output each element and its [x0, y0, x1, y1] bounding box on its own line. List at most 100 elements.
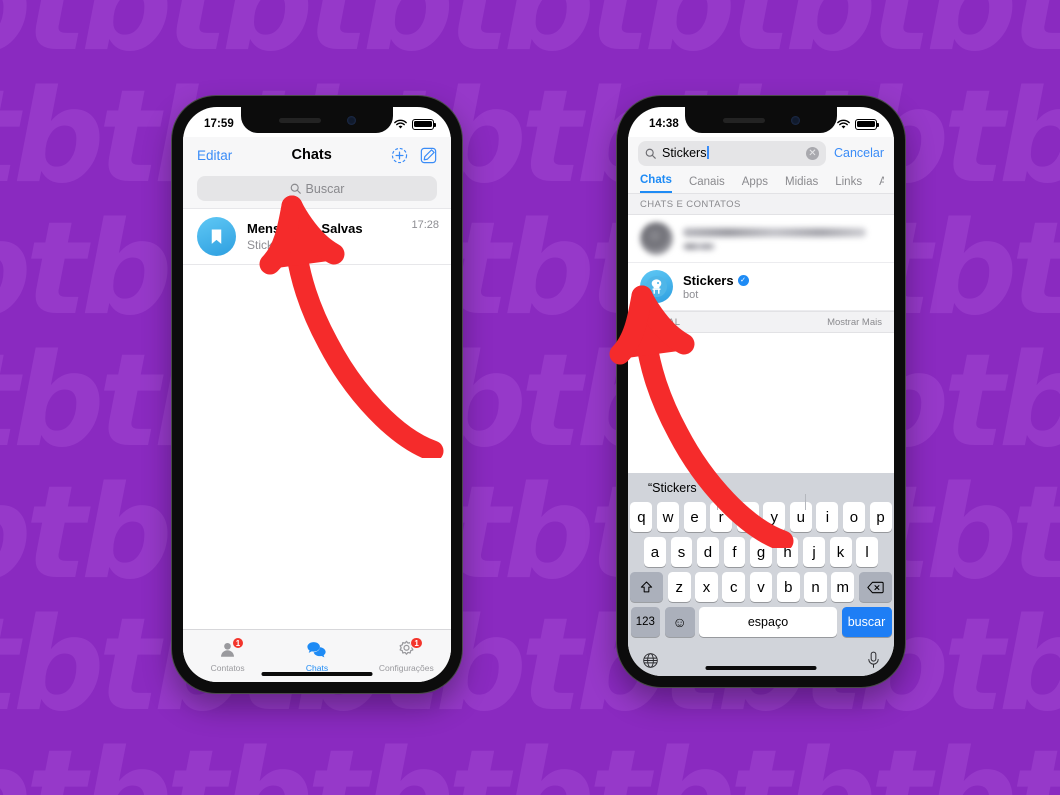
globe-icon[interactable] — [642, 652, 659, 669]
search-placeholder: Buscar — [305, 181, 345, 196]
key-g[interactable]: g — [750, 537, 772, 567]
avatar — [197, 217, 236, 256]
text-caret — [707, 146, 709, 159]
prediction-bar: “Stickers — [628, 473, 894, 510]
front-camera — [346, 115, 356, 125]
notch — [241, 107, 393, 133]
tab-chats[interactable]: Chats — [640, 174, 672, 193]
keyboard-bottom-row — [628, 642, 894, 676]
key-a[interactable]: a — [643, 537, 666, 567]
home-indicator[interactable] — [705, 665, 817, 670]
numbers-key[interactable]: 123 — [630, 607, 661, 637]
result-row-stickers-bot[interactable]: Stickers ✓ bot — [628, 263, 894, 311]
key-c[interactable]: c — [722, 572, 746, 602]
watermark-row: btbtbtbtbtbtbtbtbtbtbtbtbtbtbtbt — [0, 732, 1060, 795]
search-icon — [645, 148, 656, 159]
tab-apps[interactable]: Apps — [742, 176, 768, 193]
key-t[interactable]: t — [736, 502, 759, 532]
key-p[interactable]: p — [869, 502, 892, 532]
section-header-chats-contatos: CHATS E CONTATOS — [628, 193, 894, 215]
bookmark-icon — [211, 229, 222, 244]
tab-links[interactable]: Links — [835, 176, 862, 193]
chat-time: 17:28 — [411, 219, 439, 231]
backspace-icon[interactable] — [858, 572, 892, 602]
keyboard-row-2: a s d f g h j k l — [628, 537, 894, 572]
cancel-button[interactable]: Cancelar — [834, 146, 884, 160]
key-l[interactable]: l — [856, 537, 879, 567]
tab-canais[interactable]: Canais — [689, 176, 725, 193]
add-contact-icon[interactable] — [391, 147, 408, 164]
result-subtitle: bot — [683, 288, 699, 301]
search-go-key[interactable]: buscar — [841, 607, 892, 637]
key-u[interactable]: u — [789, 502, 812, 532]
emoji-icon[interactable]: ☺ — [664, 607, 695, 637]
key-z[interactable]: z — [667, 572, 691, 602]
chats-navigation-bar: Editar Chats Buscar — [183, 137, 451, 208]
edit-button[interactable]: Editar — [197, 148, 232, 163]
show-more-button[interactable]: Mostrar Mais — [827, 317, 882, 328]
space-key[interactable]: espaço — [699, 607, 837, 637]
search-input[interactable]: Stickers ✕ — [638, 140, 826, 166]
search-input[interactable]: Buscar — [197, 176, 437, 201]
contacts-icon: 1 — [218, 637, 245, 660]
badge-count: 1 — [410, 637, 423, 649]
key-y[interactable]: y — [763, 502, 786, 532]
sticker-bot-icon — [640, 270, 673, 303]
chat-name: Mensagens Salvas — [247, 221, 363, 236]
section-title: CHATS E CONTATOS — [640, 199, 741, 210]
key-i[interactable]: i — [816, 502, 839, 532]
search-header: Stickers ✕ Cancelar Chats Canais Apps Mi… — [628, 137, 894, 193]
key-n[interactable]: n — [804, 572, 827, 602]
verified-badge-icon: ✓ — [737, 274, 749, 286]
results-empty-area — [628, 333, 894, 473]
phone-right: 14:38 Stickers ✕ Cancelar Chats Canais A… — [617, 96, 905, 687]
tab-midias[interactable]: Midias — [785, 176, 818, 193]
key-q[interactable]: q — [630, 502, 653, 532]
page-title: Chats — [291, 147, 332, 163]
search-scope-tabs: Chats Canais Apps Midias Links Arquiv — [638, 168, 884, 193]
tab-configuracoes[interactable]: 1 Configurações — [362, 637, 451, 673]
compose-icon[interactable] — [420, 147, 437, 164]
key-h[interactable]: h — [776, 537, 799, 567]
screenshot-stage: btbtbtbtbtbtbtbt bt btbt bt btbtbtbt btbtbtb… — [0, 0, 1060, 795]
earpiece-speaker — [278, 117, 321, 123]
prediction-item[interactable]: “Stickers — [628, 481, 717, 495]
front-camera — [790, 115, 800, 125]
tab-contatos[interactable]: 1 Contatos — [183, 637, 272, 673]
key-b[interactable]: b — [776, 572, 800, 602]
key-k[interactable]: k — [829, 537, 852, 567]
key-w[interactable]: w — [657, 502, 680, 532]
result-row-blurred[interactable] — [628, 215, 894, 263]
chat-list-empty-area — [183, 265, 451, 629]
phone-left-screen: 17:59 Editar Chats Buscar Mensagens Salv… — [183, 107, 451, 682]
settings-gear-icon: 1 — [397, 637, 423, 660]
key-e[interactable]: e — [683, 502, 706, 532]
home-indicator[interactable] — [261, 671, 373, 676]
status-time: 17:59 — [204, 118, 234, 130]
key-r[interactable]: r — [710, 502, 733, 532]
battery-full-icon — [412, 118, 436, 130]
key-j[interactable]: j — [803, 537, 825, 567]
blurred-avatar — [640, 222, 673, 255]
key-o[interactable]: o — [842, 502, 865, 532]
tab-arquivos[interactable]: Arquiv — [879, 176, 884, 193]
microphone-icon[interactable] — [867, 651, 880, 669]
search-icon — [290, 183, 301, 194]
chat-row-saved-messages[interactable]: Mensagens Salvas Sticker 17:28 — [183, 208, 451, 265]
key-d[interactable]: d — [697, 537, 719, 567]
key-x[interactable]: x — [695, 572, 718, 602]
shift-icon[interactable] — [630, 572, 664, 602]
key-s[interactable]: s — [670, 537, 693, 567]
tab-chats[interactable]: Chats — [272, 639, 361, 673]
phone-right-screen: 14:38 Stickers ✕ Cancelar Chats Canais A… — [628, 107, 894, 676]
keyboard-row-1: q w e r t y u i o p — [628, 502, 894, 537]
key-m[interactable]: m — [831, 572, 855, 602]
tab-label: Configurações — [378, 663, 434, 673]
blurred-subtitle — [683, 242, 715, 250]
key-f[interactable]: f — [723, 537, 746, 567]
section-title: GLOBAL — [640, 317, 681, 328]
battery-full-icon — [855, 118, 879, 130]
clear-circle-icon[interactable]: ✕ — [805, 146, 819, 160]
chats-icon — [306, 639, 327, 660]
key-v[interactable]: v — [749, 572, 773, 602]
